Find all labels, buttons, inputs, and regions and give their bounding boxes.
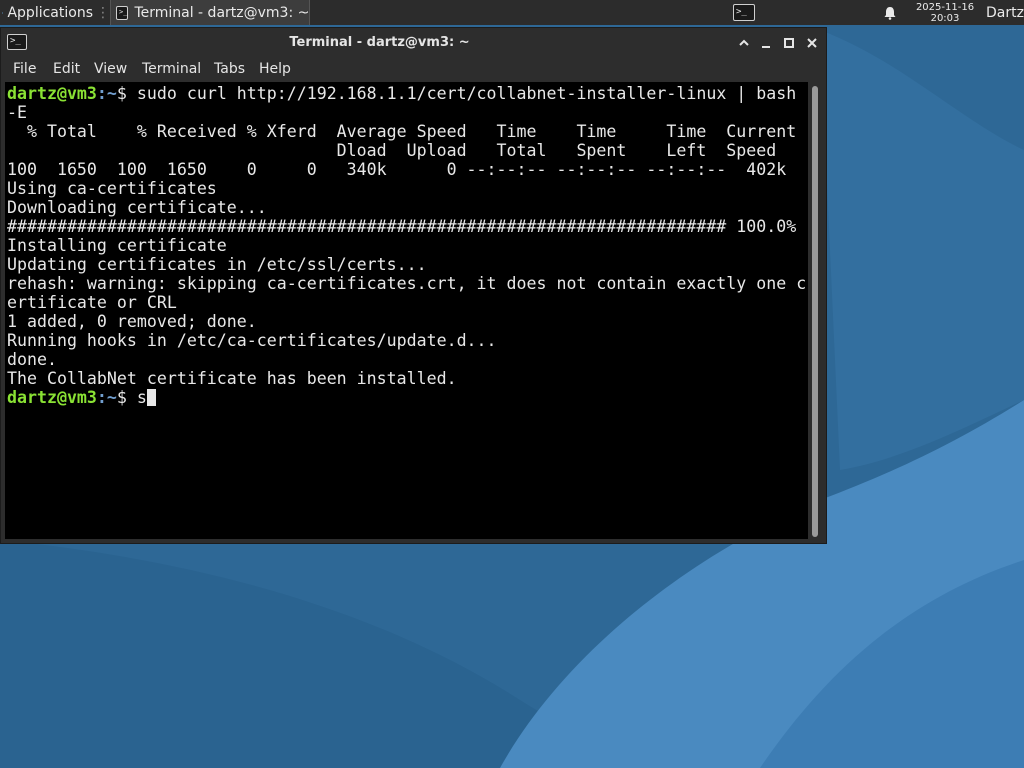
terminal-text: dartz@vm3:~$ sudo curl http://192.168.1.…: [5, 82, 808, 407]
prompt-user-host-2: dartz@vm3: [7, 388, 97, 407]
menu-bar: File Edit View Terminal Tabs Help: [1, 58, 826, 82]
command-output: % Total % Received % Xferd Average Speed…: [7, 122, 807, 388]
applications-menu[interactable]: Applications ⋮: [0, 0, 110, 25]
text-cursor: [146, 389, 156, 406]
taskbar-terminal-button[interactable]: >_ Terminal - dartz@vm3: ~: [110, 0, 310, 25]
shade-button[interactable]: [734, 33, 754, 53]
bell-icon: [884, 6, 896, 20]
prompt-user-host: dartz@vm3: [7, 84, 97, 103]
menu-view[interactable]: View: [94, 61, 127, 77]
menu-terminal[interactable]: Terminal: [142, 61, 201, 77]
clock-time: 20:03: [930, 12, 960, 24]
minimize-icon: [762, 46, 770, 48]
notifications-button[interactable]: [880, 0, 900, 25]
menu-tabs[interactable]: Tabs: [214, 61, 245, 77]
current-input[interactable]: s: [137, 388, 147, 407]
terminal-window: >_ Terminal - dartz@vm3: ~ File Edit Vie…: [0, 27, 827, 544]
panel-clock[interactable]: 2025-11-16 20:03: [906, 0, 984, 25]
minimize-button[interactable]: [756, 33, 776, 53]
xfce-mouse-icon: [2, 11, 4, 14]
maximize-icon: [784, 38, 794, 48]
user-name: Dartz: [986, 4, 1024, 21]
taskbar-terminal-label: Terminal - dartz@vm3: ~: [134, 4, 310, 21]
scrollbar-thumb[interactable]: [812, 86, 818, 537]
terminal-scrollbar[interactable]: [810, 84, 820, 539]
menu-help[interactable]: Help: [259, 61, 291, 77]
terminal-launcher-icon: >_: [733, 4, 755, 21]
prompt-path-2: :~: [96, 388, 117, 407]
menu-separator-icon: ⋮: [96, 4, 110, 21]
maximize-button[interactable]: [779, 33, 799, 53]
menu-file[interactable]: File: [13, 61, 36, 77]
terminal-output-area[interactable]: dartz@vm3:~$ sudo curl http://192.168.1.…: [5, 82, 808, 539]
applications-label: Applications: [7, 4, 93, 21]
menu-edit[interactable]: Edit: [53, 61, 80, 77]
prompt-path: :~: [96, 84, 117, 103]
prompt-dollar-2: $: [116, 388, 137, 407]
clock-date: 2025-11-16: [915, 1, 975, 13]
window-titlebar[interactable]: >_ Terminal - dartz@vm3: ~: [1, 28, 826, 58]
terminal-icon: >_: [116, 5, 129, 20]
close-icon: [807, 38, 817, 48]
tray-terminal-launcher[interactable]: >_: [729, 0, 759, 25]
chevron-up-icon: [739, 39, 749, 46]
window-title: Terminal - dartz@vm3: ~: [289, 35, 470, 50]
close-button[interactable]: [802, 33, 822, 53]
prompt-dollar: $: [116, 84, 137, 103]
user-menu[interactable]: Dartz: [986, 0, 1024, 25]
top-panel: Applications ⋮ >_ Terminal - dartz@vm3: …: [0, 0, 1024, 25]
